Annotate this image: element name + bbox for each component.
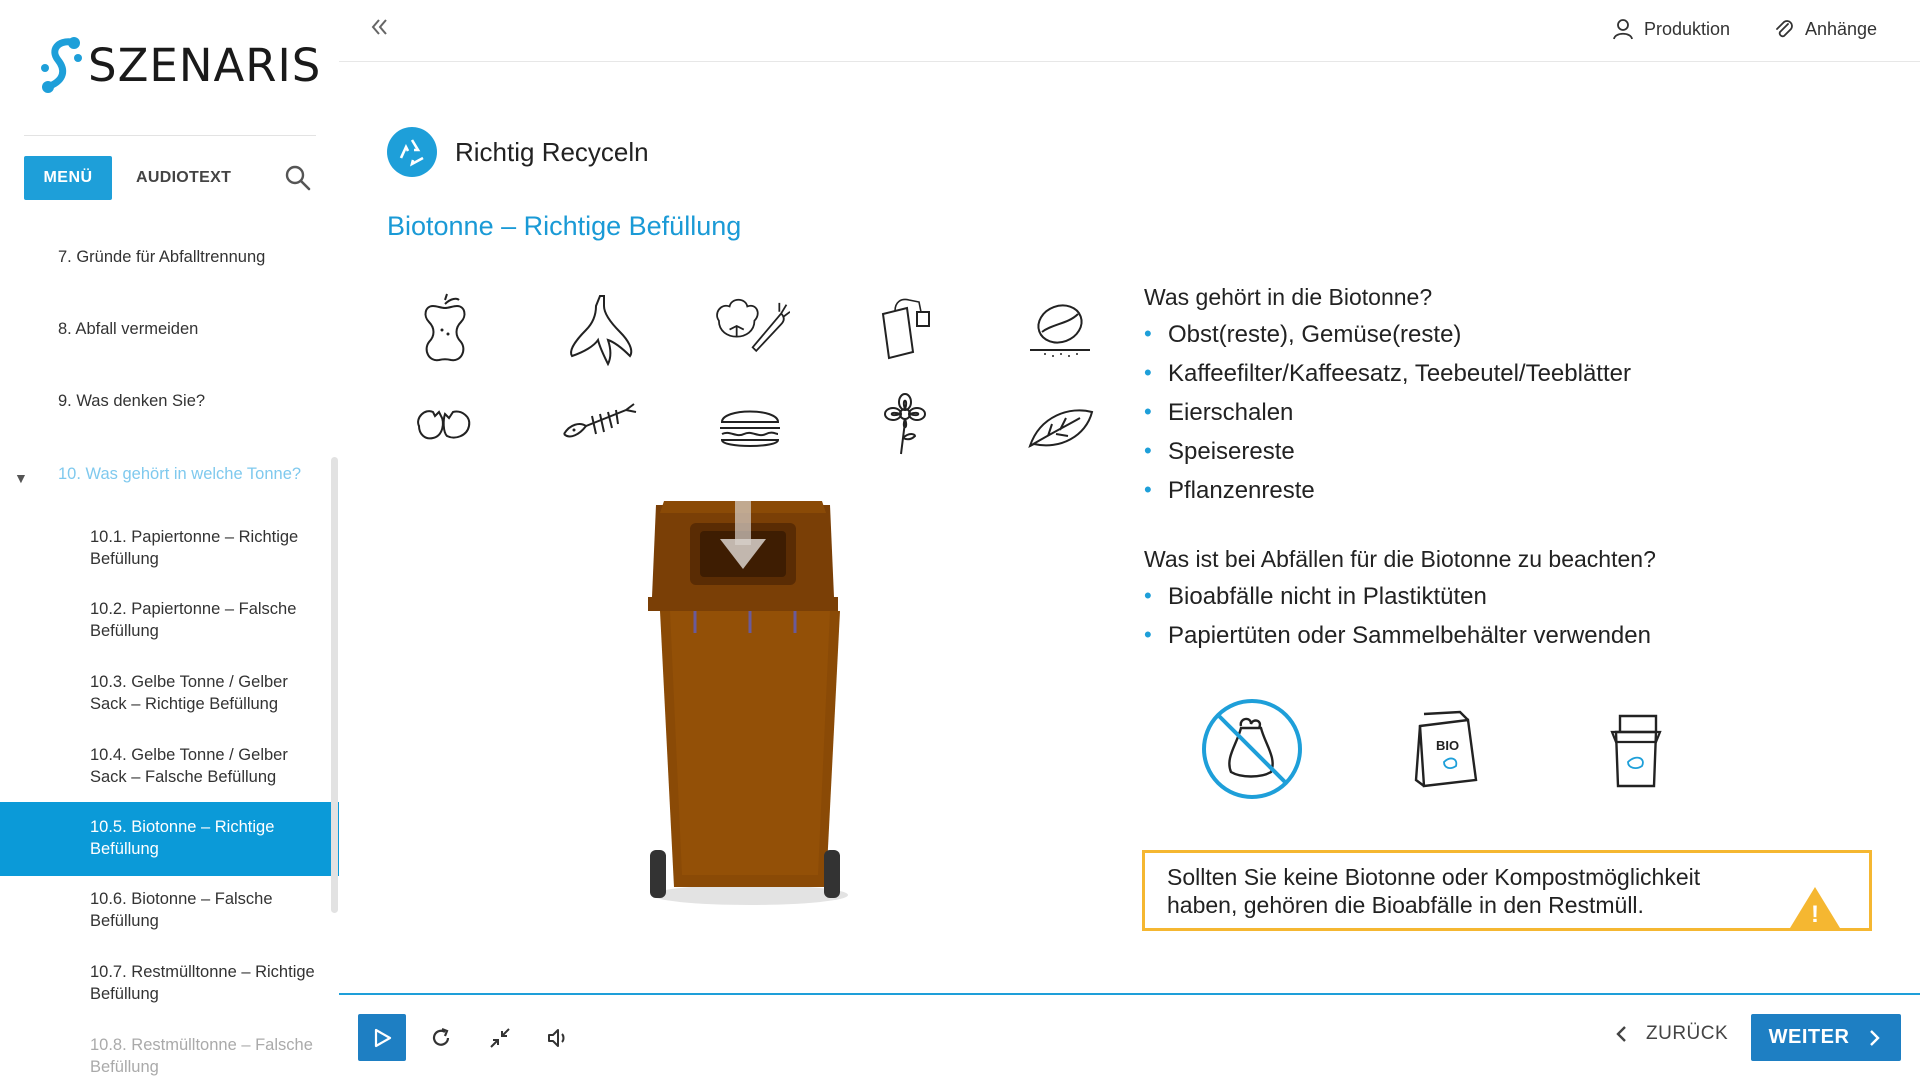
collapse-sidebar-icon[interactable] xyxy=(369,16,391,45)
bag-icons-row: BIO xyxy=(1190,690,1690,810)
course-title-row: Richtig Recyceln xyxy=(387,127,649,177)
nav-item-10[interactable]: ▼ 10. Was gehört in welche Tonne? xyxy=(0,463,339,486)
notes-list: Bioabfälle nicht in Plastiktüten Papiert… xyxy=(1144,583,1864,661)
divider xyxy=(24,135,316,136)
back-button[interactable]: ZURÜCK xyxy=(1612,1023,1728,1045)
warning-symbol: ! xyxy=(1811,901,1819,928)
vegetables-icon xyxy=(716,298,790,353)
footer-divider xyxy=(339,993,1920,995)
sidebar: SZENARIS MENÜ AUDIOTEXT 7. Gründe für Ab… xyxy=(0,0,339,1080)
menu-tab[interactable]: MENÜ xyxy=(24,156,112,200)
back-label: ZURÜCK xyxy=(1646,1023,1729,1044)
belongs-list: Obst(reste), Gemüse(reste) Kaffeefilter/… xyxy=(1144,321,1864,516)
question-what-belongs: Was gehört in die Biotonne? xyxy=(1144,284,1433,310)
volume-icon xyxy=(548,1029,565,1047)
burger-icon xyxy=(720,410,780,447)
waste-icon-grid xyxy=(400,290,1100,460)
top-bar: Produktion Anhänge xyxy=(339,0,1920,62)
nav-item-10-8[interactable]: 10.8. Restmülltonne – Falsche Befüllung xyxy=(0,1034,339,1078)
list-item: Kaffeefilter/Kaffeesatz, Teebeutel/Teebl… xyxy=(1144,360,1864,399)
list-item: Speisereste xyxy=(1144,438,1864,477)
audiotext-tab[interactable]: AUDIOTEXT xyxy=(136,156,231,200)
info-panel: Was gehört in die Biotonne? Obst(reste),… xyxy=(1144,284,1864,661)
sidebar-scrollbar[interactable] xyxy=(331,457,338,913)
paperclip-icon xyxy=(1776,20,1793,38)
list-item: Papiertüten oder Sammelbehälter verwende… xyxy=(1144,622,1864,661)
list-item: Eierschalen xyxy=(1144,399,1864,438)
play-button[interactable] xyxy=(358,1014,406,1061)
flower-icon xyxy=(884,393,926,455)
biotonne-illustration xyxy=(648,501,848,905)
nav-item-9[interactable]: 9. Was denken Sie? xyxy=(0,390,339,412)
nav-item-10-1[interactable]: 10.1. Papiertonne – Richtige Befüllung xyxy=(0,526,339,570)
recycle-icon xyxy=(387,127,437,177)
compost-bin-icon xyxy=(1610,714,1662,788)
banana-peel-icon xyxy=(570,295,633,367)
exit-fullscreen-icon xyxy=(490,1028,510,1048)
paper-bio-bag-icon: BIO xyxy=(1414,710,1478,788)
brand-name: SZENARIS xyxy=(88,38,322,92)
nav-item-7[interactable]: 7. Gründe für Abfalltrennung xyxy=(0,246,339,268)
next-label: WEITER xyxy=(1768,1026,1850,1048)
caret-down-icon[interactable]: ▼ xyxy=(14,467,28,489)
question-what-to-note: Was ist bei Abfällen für die Biotonne zu… xyxy=(1144,546,1656,572)
note-line-2: haben, gehören die Bioabfälle in den Res… xyxy=(1167,892,1644,918)
szenaris-logo-mark-icon xyxy=(41,37,82,93)
page-heading: Biotonne – Richtige Befüllung xyxy=(387,211,742,241)
note-line-1: Sollten Sie keine Biotonne oder Kompostm… xyxy=(1167,864,1701,890)
eggshell-icon xyxy=(417,410,471,440)
chevron-right-icon xyxy=(1870,1029,1881,1046)
nav-item-label: 10. Was gehört in welche Tonne? xyxy=(58,465,302,483)
no-plastic-bag-icon xyxy=(1202,699,1302,799)
list-item: Obst(reste), Gemüse(reste) xyxy=(1144,321,1864,360)
fish-bone-icon xyxy=(563,403,637,438)
coffee-bean-icon xyxy=(1030,304,1090,357)
course-title: Richtig Recyceln xyxy=(455,136,649,167)
apple-core-icon xyxy=(424,293,466,362)
list-item: Pflanzenreste xyxy=(1144,477,1864,516)
leaf-icon xyxy=(1028,409,1094,448)
profile-label: Produktion xyxy=(1644,18,1731,39)
search-icon[interactable] xyxy=(284,164,312,192)
exit-fullscreen-button[interactable] xyxy=(486,1024,514,1052)
nav-item-10-4[interactable]: 10.4. Gelbe Tonne / Gelber Sack – Falsch… xyxy=(0,744,339,788)
user-icon xyxy=(1613,19,1633,40)
attachments-link[interactable]: Anhänge xyxy=(1773,18,1877,40)
restmuell-note: Sollten Sie keine Biotonne oder Kompostm… xyxy=(1142,850,1872,931)
next-button[interactable]: WEITER xyxy=(1751,1014,1901,1061)
nav-item-10-2[interactable]: 10.2. Papiertonne – Falsche Befüllung xyxy=(0,598,339,642)
nav-item-10-7[interactable]: 10.7. Restmülltonne – Richtige Befüllung xyxy=(0,961,339,1005)
szenaris-logo[interactable]: SZENARIS xyxy=(40,36,321,94)
chevron-left-icon xyxy=(1616,1026,1626,1042)
profile-link[interactable]: Produktion xyxy=(1612,18,1730,40)
warning-icon: ! xyxy=(1790,887,1840,928)
nav-item-8[interactable]: 8. Abfall vermeiden xyxy=(0,318,339,340)
attachments-label: Anhänge xyxy=(1805,18,1878,39)
nav-item-10-3[interactable]: 10.3. Gelbe Tonne / Gelber Sack – Richti… xyxy=(0,671,339,715)
tea-bag-icon xyxy=(881,298,930,360)
nav-item-10-6[interactable]: 10.6. Biotonne – Falsche Befüllung xyxy=(0,888,339,932)
bio-label: BIO xyxy=(1436,738,1459,753)
replay-icon xyxy=(432,1027,450,1046)
volume-button[interactable] xyxy=(544,1024,572,1052)
nav-item-10-5-active[interactable]: 10.5. Biotonne – Richtige Befüllung xyxy=(0,802,339,876)
play-icon xyxy=(374,1028,392,1047)
replay-button[interactable] xyxy=(427,1024,455,1052)
list-item: Bioabfälle nicht in Plastiktüten xyxy=(1144,583,1864,622)
